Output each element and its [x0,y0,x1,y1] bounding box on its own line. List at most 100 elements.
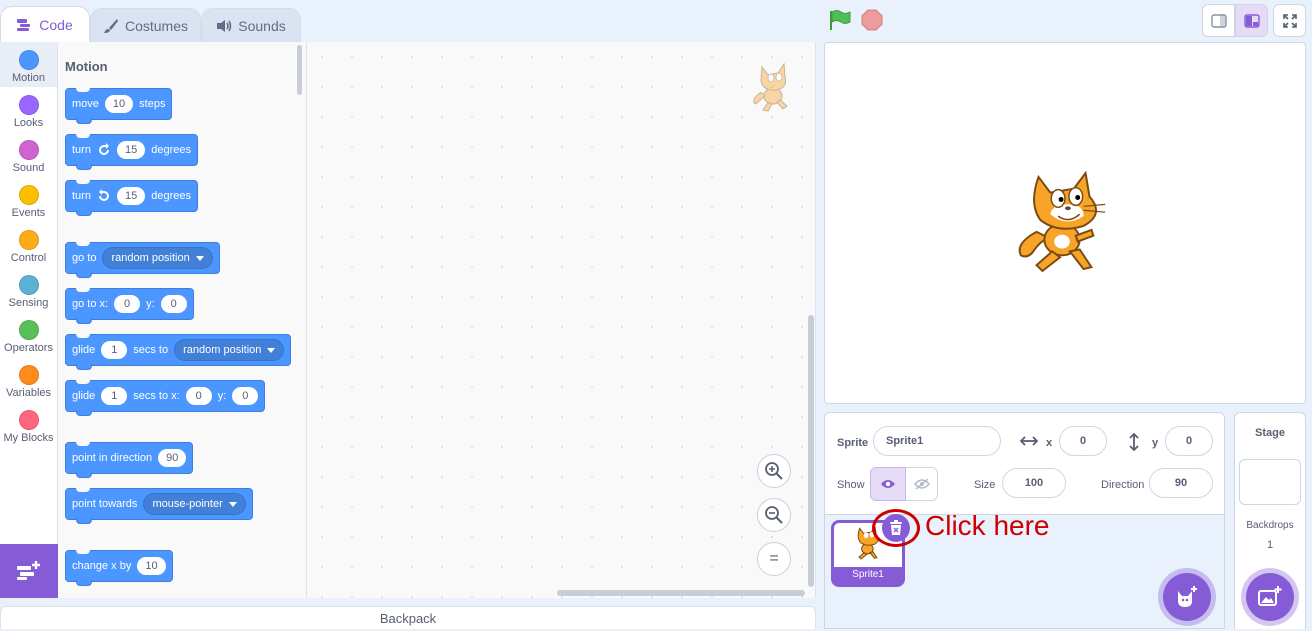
add-extension-button[interactable] [0,544,58,598]
zoom-in-button[interactable] [757,454,791,488]
sprite-tile-name: Sprite1 [852,569,884,580]
annotation-label: Click here [925,510,1050,541]
turn-left-block[interactable]: turn 15 degrees [65,180,198,216]
block-text: point in direction [72,452,153,464]
category-label: Looks [13,117,44,129]
backpack-bar[interactable]: Backpack [0,606,816,629]
show-sprite-button[interactable] [870,467,906,501]
secs-input[interactable]: 1 [101,341,128,359]
block-text: secs to [133,344,169,356]
block-text: y: [217,390,227,402]
zoom-reset-button[interactable]: = [757,542,791,576]
dropdown-value: random position [111,252,190,264]
move-steps-block[interactable]: move 10 steps [65,88,173,124]
category-sound[interactable]: Sound [0,132,57,177]
x-input[interactable]: 0 [114,295,141,313]
direction-input[interactable]: 90 [1149,468,1213,498]
category-control[interactable]: Control [0,222,57,267]
green-flag-icon [830,10,851,30]
go-to-xy-block[interactable]: go to x: 0 y: 0 [65,288,194,324]
block-text: glide [72,344,96,356]
green-flag-button[interactable] [828,9,852,36]
choose-backdrop-button[interactable] [1246,573,1294,621]
category-operators[interactable]: Operators [0,312,57,357]
rotate-left-icon [98,189,109,201]
backdrop-thumbnail[interactable] [1239,459,1301,505]
secs-input[interactable]: 1 [101,387,128,405]
zoom-out-button[interactable] [757,498,791,532]
block-text: degrees [151,144,191,156]
steps-input[interactable]: 10 [104,95,134,113]
x-position-input[interactable]: 0 [1059,426,1107,456]
sprite-name-input[interactable]: Sprite1 [873,426,1001,456]
category-events[interactable]: Events [0,177,57,222]
hide-sprite-button[interactable] [906,467,938,501]
point-in-direction-block[interactable]: point in direction 90 [65,442,194,478]
glide-target-dropdown[interactable]: random position [174,339,285,361]
y-label: y [1152,437,1159,449]
stop-button[interactable] [861,9,883,36]
category-my-blocks[interactable]: My Blocks [0,402,57,447]
block-text: secs to x: [133,390,180,402]
change-x-block[interactable]: change x by 10 [65,550,173,586]
category-label: Operators [4,342,53,354]
dropdown-value: mouse-pointer [152,498,223,510]
y-input[interactable]: 0 [160,295,187,313]
x-input[interactable]: 0 [185,387,212,405]
go-to-block[interactable]: go to random position [65,242,220,278]
size-value: 100 [1024,477,1044,489]
vertical-arrows-icon [1129,433,1139,451]
my-blocks-icon [18,410,39,430]
direction-input[interactable]: 90 [158,449,187,467]
sprite-name-value: Sprite1 [886,435,924,447]
script-horizontal-scrollbar[interactable] [557,590,805,596]
tab-sounds[interactable]: Sounds [201,8,301,42]
y-input[interactable]: 0 [232,387,259,405]
cat-sprite-icon[interactable] [1015,171,1113,273]
block-text: go to [72,252,97,264]
block-text: point towards [72,498,138,510]
small-stage-icon [1210,13,1227,28]
category-motion[interactable]: Motion [0,42,57,87]
brush-icon [103,18,118,33]
tab-costumes-label: Costumes [124,17,189,34]
go-to-target-dropdown[interactable]: random position [102,247,213,269]
normal-stage-button[interactable] [1235,4,1268,37]
eye-slash-icon [913,478,930,490]
size-input[interactable]: 100 [1002,468,1066,498]
x-value: 0 [1079,435,1087,447]
stage-pane-title: Stage [1255,427,1285,439]
block-text: steps [139,98,166,110]
speaker-icon [217,19,232,32]
tab-costumes[interactable]: Costumes [90,8,201,42]
category-sensing[interactable]: Sensing [0,267,57,312]
script-vertical-scrollbar[interactable] [808,315,814,587]
change-x-input[interactable]: 10 [137,557,166,575]
category-variables[interactable]: Variables [0,357,57,402]
degrees-input[interactable]: 15 [116,187,146,205]
small-stage-button[interactable] [1202,4,1235,37]
category-looks[interactable]: Looks [0,87,57,132]
degrees-input[interactable]: 15 [116,141,146,159]
sound-icon [18,140,39,160]
eye-icon [881,480,895,488]
fullscreen-button[interactable] [1273,4,1306,37]
palette-scrollbar[interactable] [297,45,302,95]
point-towards-dropdown[interactable]: mouse-pointer [143,493,246,515]
dropdown-value: random position [183,344,262,356]
motion-icon [18,50,39,70]
choose-sprite-button[interactable] [1163,573,1211,621]
glide-to-xy-block[interactable]: glide 1 secs to x: 0 y: 0 [65,380,266,416]
glide-to-block[interactable]: glide 1 secs to random position [65,334,292,370]
turn-right-block[interactable]: turn 15 degrees [65,134,198,170]
script-area[interactable] [307,42,816,598]
category-label: Control [10,252,47,264]
y-position-input[interactable]: 0 [1165,426,1213,456]
point-towards-block[interactable]: point towards mouse-pointer [65,488,253,524]
tab-code[interactable]: Code [0,6,90,43]
direction-value: 90 [1174,477,1188,489]
block-text: y: [146,298,155,310]
operators-icon [18,320,39,340]
x-label: x [1046,437,1053,449]
block-text: change x by [72,560,132,572]
